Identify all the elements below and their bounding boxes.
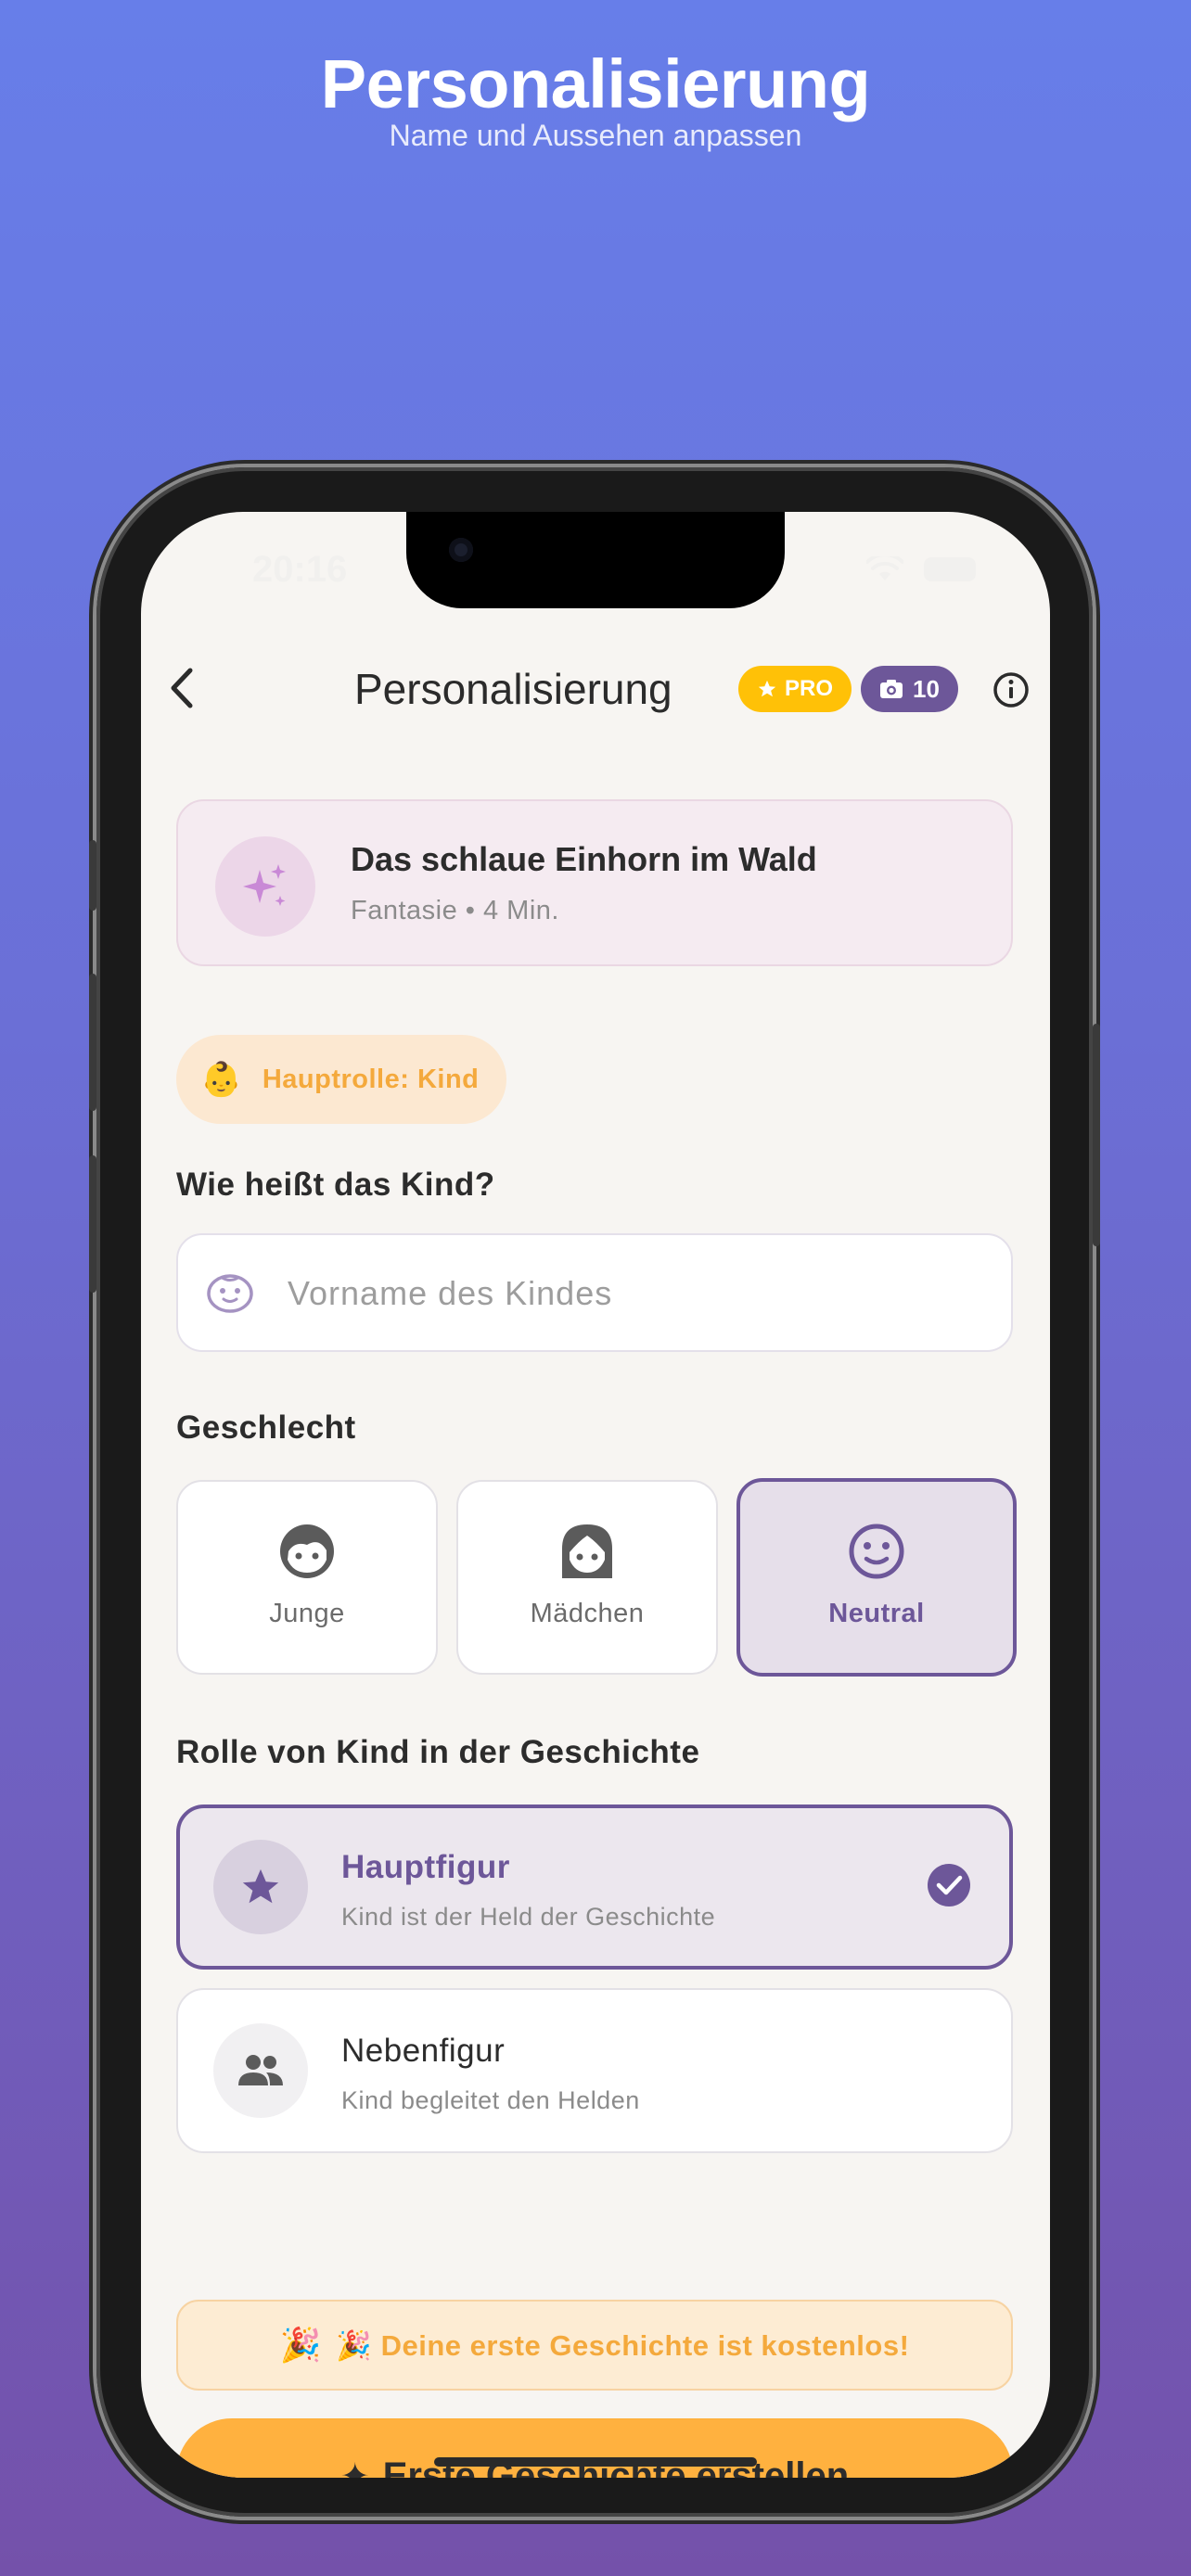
star-icon	[758, 680, 776, 697]
page-title: Personalisierung	[354, 665, 672, 713]
main-role-chip-label: Hauptrolle: Kind	[262, 1064, 480, 1094]
pro-badge-label: PRO	[785, 676, 834, 701]
group-icon	[238, 2055, 283, 2085]
create-story-button[interactable]: ✦ Erste Geschichte erstellen	[176, 2418, 1013, 2478]
sparkles-icon	[243, 864, 286, 906]
role-option-title: Nebenfigur	[341, 2033, 506, 2069]
role-section-label: Rolle von Kind in der Geschichte	[176, 1734, 700, 1770]
role-option-title: Hauptfigur	[341, 1849, 510, 1885]
role-option-main[interactable]: Hauptfigur Kind ist der Held der Geschic…	[176, 1804, 1013, 1970]
story-title: Das schlaue Einhorn im Wald	[351, 840, 817, 878]
check-circle-icon	[928, 1864, 970, 1906]
app-screen: 20:16 Personalisierung PRO 10 Das schlau…	[141, 512, 1050, 2478]
free-story-banner: 🎉 🎉 Deine erste Geschichte ist kostenlos…	[176, 2300, 1013, 2391]
photo-credits-count: 10	[913, 674, 940, 703]
gender-section-label: Geschlecht	[176, 1409, 356, 1446]
nav-bar: Personalisierung PRO 10	[141, 651, 1050, 725]
name-input-box[interactable]	[176, 1233, 1013, 1352]
role-option-side[interactable]: Nebenfigur Kind begleitet den Helden	[176, 1988, 1013, 2153]
phone-volume-down-button	[89, 1155, 96, 1293]
story-card: Das schlaue Einhorn im Wald Fantasie • 4…	[176, 799, 1013, 966]
neutral-face-icon	[849, 1524, 904, 1579]
status-time: 20:16	[252, 549, 348, 590]
front-camera	[449, 538, 473, 562]
gender-option-label: Junge	[269, 1599, 345, 1628]
phone-volume-up-button	[89, 974, 96, 1111]
free-story-banner-text: 🎉 Deine erste Geschichte ist kostenlos!	[336, 2328, 910, 2362]
story-icon-wrap	[215, 836, 315, 937]
back-button[interactable]	[156, 662, 208, 714]
photo-credits-badge[interactable]: 10	[861, 666, 958, 712]
wifi-icon	[866, 556, 903, 580]
promo-subtitle: Name und Aussehen anpassen	[389, 119, 802, 152]
sparkle-icon: ✦	[339, 2457, 370, 2478]
child-face-icon	[207, 1274, 253, 1313]
girl-face-icon	[562, 1524, 612, 1578]
role-icon-wrap	[213, 1840, 308, 1934]
child-name-input[interactable]	[286, 1259, 994, 1328]
phone-power-button	[1093, 1024, 1100, 1246]
gender-option-girl[interactable]: Mädchen	[456, 1480, 718, 1675]
camera-icon	[880, 680, 903, 698]
battery-icon	[924, 557, 976, 581]
story-meta: Fantasie • 4 Min.	[351, 896, 559, 925]
promo-title: Personalisierung	[320, 45, 871, 122]
gender-option-boy[interactable]: Junge	[176, 1480, 438, 1675]
home-indicator[interactable]	[434, 2457, 757, 2467]
main-role-chip: 👶 Hauptrolle: Kind	[176, 1035, 507, 1124]
status-icons	[866, 556, 976, 582]
info-icon[interactable]	[992, 671, 1030, 708]
party-popper-icon: 🎉	[279, 2326, 322, 2364]
baby-icon: 👶	[200, 1060, 242, 1098]
phone-action-button	[89, 840, 96, 911]
gender-option-neutral[interactable]: Neutral	[736, 1478, 1017, 1677]
gender-option-label: Neutral	[828, 1599, 925, 1628]
chevron-left-icon	[171, 668, 193, 708]
gender-option-label: Mädchen	[530, 1599, 645, 1628]
boy-face-icon	[280, 1524, 334, 1578]
pro-badge[interactable]: PRO	[738, 666, 852, 712]
role-option-description: Kind ist der Held der Geschichte	[341, 1903, 716, 1931]
role-icon-wrap	[213, 2023, 308, 2118]
name-section-label: Wie heißt das Kind?	[176, 1167, 495, 1203]
role-option-description: Kind begleitet den Helden	[341, 2086, 640, 2114]
star-icon	[242, 1868, 279, 1904]
